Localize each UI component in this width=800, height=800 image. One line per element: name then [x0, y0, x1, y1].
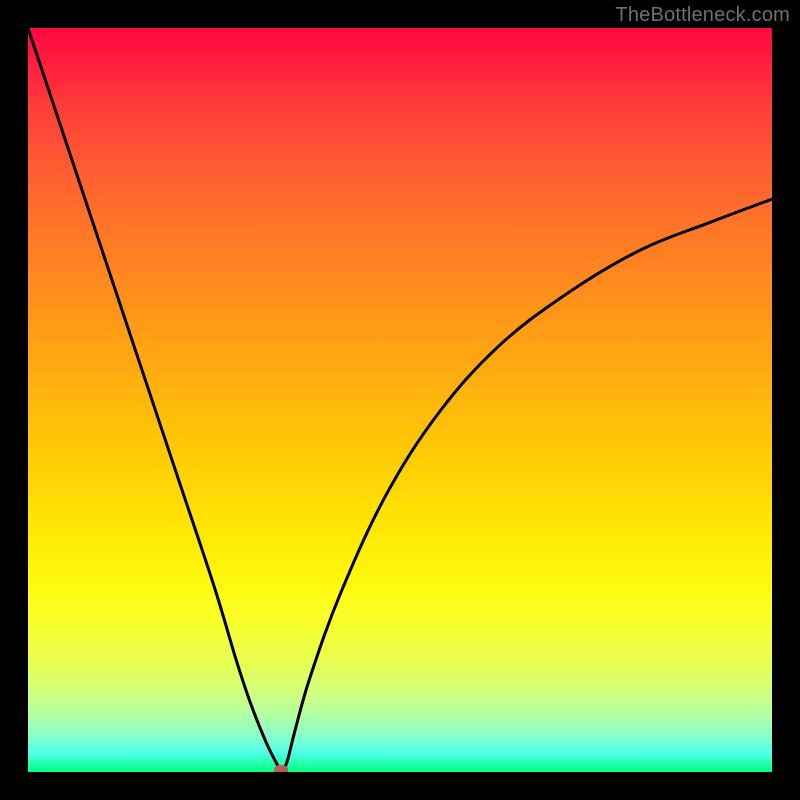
chart-frame: TheBottleneck.com [0, 0, 800, 800]
plot-area [28, 28, 772, 772]
curve-layer [28, 28, 772, 772]
optimum-marker [274, 765, 288, 772]
bottleneck-curve [28, 28, 772, 770]
watermark-text: TheBottleneck.com [615, 4, 790, 27]
